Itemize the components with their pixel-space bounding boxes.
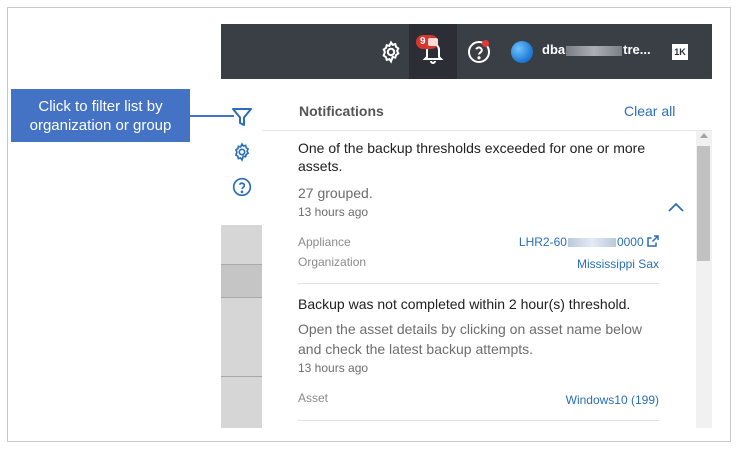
field-label-asset: Asset	[298, 391, 329, 405]
panel-title: Notifications	[299, 103, 384, 119]
chevron-up-icon[interactable]	[668, 199, 684, 217]
notification-count-badge: 9	[416, 35, 438, 49]
clear-all-link[interactable]: Clear all	[624, 103, 675, 119]
notifications-button[interactable]: 9	[409, 24, 457, 79]
field-label-appliance: Appliance	[298, 235, 351, 249]
avatar[interactable]	[511, 41, 533, 63]
side-toolbar	[221, 79, 262, 428]
notification-card[interactable]: One of the backup thresholds exceeded fo…	[298, 139, 659, 271]
organization-link[interactable]: Mississippi Sax	[577, 257, 659, 271]
filter-callout: Click to filter list by organization or …	[11, 89, 190, 142]
help-circle-icon[interactable]	[231, 176, 253, 198]
top-bar: 9 dba tre... 1K	[221, 24, 712, 79]
username-prefix: dba	[542, 42, 566, 57]
callout-connector	[190, 115, 234, 117]
scrollbar[interactable]	[696, 131, 712, 428]
card-divider	[298, 420, 659, 421]
scroll-thumb[interactable]	[697, 146, 710, 261]
scroll-up-arrow[interactable]	[700, 133, 708, 138]
notification-title: One of the backup thresholds exceeded fo…	[298, 140, 646, 174]
notification-title: Backup was not completed within 2 hour(s…	[298, 296, 631, 312]
appliance-link[interactable]: LHR2-60 0000	[519, 235, 659, 249]
notification-card[interactable]: Backup was not completed within 2 hour(s…	[298, 295, 659, 411]
background-row	[221, 298, 262, 376]
notification-time: 13 hours ago	[298, 361, 369, 375]
brand-logo[interactable]: 1K	[672, 44, 688, 60]
appliance-name-suffix: 0000	[616, 235, 644, 249]
asset-link[interactable]: Windows10 (199)	[566, 393, 659, 407]
notifications-panel: Notifications Clear all One of the backu…	[262, 79, 712, 428]
background-row	[221, 225, 262, 265]
help-alert-dot	[482, 40, 489, 47]
filter-icon[interactable]	[231, 106, 253, 128]
background-row	[221, 377, 262, 428]
username-suffix: tre...	[623, 42, 651, 57]
field-label-organization: Organization	[298, 255, 367, 269]
appliance-name-prefix: LHR2-60	[518, 235, 567, 249]
user-menu[interactable]: dba tre...	[542, 42, 651, 57]
help-button[interactable]	[461, 24, 497, 79]
header-divider	[262, 130, 712, 131]
gear-icon[interactable]	[231, 141, 253, 163]
notification-subtitle: 27 grouped.	[298, 185, 373, 201]
notification-time: 13 hours ago	[298, 205, 369, 219]
external-link-icon	[647, 235, 659, 247]
background-row	[221, 265, 262, 297]
gear-icon[interactable]	[373, 24, 409, 79]
notification-subtitle: Open the asset details by clicking on as…	[298, 321, 642, 357]
badge-count: 9	[420, 36, 426, 47]
card-divider	[298, 283, 659, 284]
